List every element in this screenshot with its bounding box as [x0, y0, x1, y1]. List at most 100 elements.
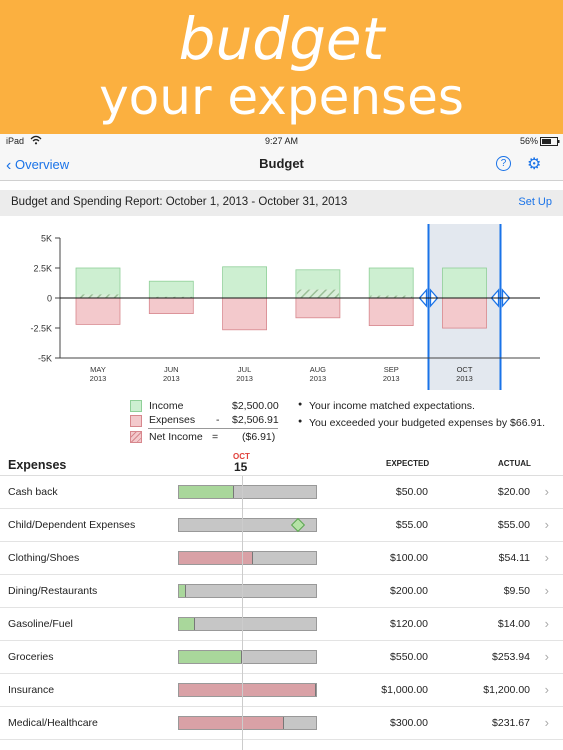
y-tick-label: 2.5K [33, 264, 52, 274]
actual-amount: $54.11 [498, 552, 530, 564]
x-tick-label: SEP [384, 365, 399, 374]
expense-row[interactable]: Clothing/Shoes $100.00 $54.11 › [0, 542, 563, 575]
expense-row[interactable]: Groceries $550.00 $253.94 › [0, 641, 563, 674]
x-tick-label: 2013 [383, 374, 400, 383]
expense-name: Dining/Restaurants [8, 585, 98, 597]
device-label: iPad [6, 136, 25, 146]
income-note: Your income matched expectations. [309, 400, 475, 412]
expense-name: Insurance [8, 684, 55, 696]
x-tick-label: JUN [164, 365, 179, 374]
income-bar [148, 280, 194, 299]
expense-bar [148, 297, 194, 314]
income-bar [222, 266, 268, 299]
net-income-value: ($6.91) [242, 431, 276, 443]
net-income-bar [296, 289, 339, 298]
chevron-right-icon: › [544, 616, 549, 631]
income-bar [442, 267, 487, 299]
expected-amount: $55.00 [395, 519, 428, 531]
equals-sign: = [212, 431, 219, 443]
net-income-label: Net Income [149, 431, 203, 443]
expenses-header: Expenses OCT 15 EXPECTED ACTUAL [0, 452, 563, 476]
progress-bar [178, 485, 317, 499]
progress-bar [178, 650, 317, 664]
minus-sign: - [216, 414, 220, 426]
actual-header: ACTUAL [498, 459, 531, 468]
expected-amount: $550.00 [390, 651, 428, 663]
progress-bar [178, 617, 317, 631]
progress-bar [178, 683, 317, 697]
progress-bar [178, 551, 317, 565]
expense-name: Gasoline/Fuel [8, 618, 73, 630]
today-day: 15 [234, 460, 248, 474]
expenses-list: Cash back $50.00 $20.00 › Child/Dependent Ex… [0, 476, 563, 740]
chevron-right-icon: › [544, 715, 549, 730]
expense-row[interactable]: Child/Dependent Expenses $55.00 $55.00 › [0, 509, 563, 542]
budget-chart: 5K2.5K0-2.5K-5KMAY2013JUN2013JUL2013AUG2… [30, 224, 540, 390]
actual-amount: $253.94 [492, 651, 530, 663]
expense-row[interactable]: Cash back $50.00 $20.00 › [0, 476, 563, 509]
progress-fill [179, 585, 186, 597]
expense-name: Child/Dependent Expenses [8, 519, 136, 531]
x-tick-label: JUL [238, 365, 251, 374]
x-tick-label: 2013 [90, 374, 107, 383]
income-label: Income [149, 400, 184, 412]
y-tick-label: -5K [38, 354, 52, 364]
expense-bar [295, 297, 341, 319]
progress-fill [179, 651, 243, 663]
progress-bar [178, 584, 317, 598]
chart-legend: Income $2,500.00 Expenses - $2,506.91 Ne… [0, 398, 563, 448]
expected-amount: $120.00 [390, 618, 428, 630]
expected-amount: $1,000.00 [381, 684, 428, 696]
help-icon[interactable]: ? [496, 156, 511, 171]
report-title: Budget and Spending Report: October 1, 2… [11, 196, 348, 208]
expenses-note: You exceeded your budgeted expenses by $… [309, 417, 546, 429]
income-bar [368, 267, 414, 299]
chevron-right-icon: › [544, 649, 549, 664]
battery-percent: 56% [520, 136, 539, 146]
income-value: $2,500.00 [232, 400, 279, 412]
x-tick-label: AUG [310, 365, 326, 374]
expense-row[interactable]: Insurance $1,000.00 $1,200.00 › [0, 674, 563, 707]
progress-fill [179, 717, 285, 729]
income-swatch [130, 400, 142, 412]
banner-line-2: your expenses [99, 68, 464, 126]
today-marker-line [242, 476, 243, 750]
chevron-right-icon: › [544, 682, 549, 697]
wifi-icon [30, 135, 42, 147]
bullet-icon: ● [298, 418, 303, 425]
chevron-right-icon: › [544, 517, 549, 532]
expense-name: Groceries [8, 651, 54, 663]
expenses-title: Expenses [8, 458, 67, 472]
progress-fill [179, 486, 234, 498]
actual-amount: $14.00 [497, 618, 530, 630]
x-tick-label: OCT [457, 365, 473, 374]
legend-divider [148, 428, 278, 429]
progress-fill [179, 618, 196, 630]
status-bar: iPad 9:27 AM 56% [0, 134, 563, 149]
setup-button[interactable]: Set Up [518, 196, 552, 208]
x-tick-label: 2013 [310, 374, 327, 383]
chevron-right-icon: › [544, 550, 549, 565]
expenses-swatch [130, 415, 142, 427]
y-tick-label: 0 [47, 294, 52, 304]
expense-name: Cash back [8, 486, 58, 498]
diamond-marker-icon [290, 517, 306, 533]
expected-amount: $50.00 [395, 486, 428, 498]
expected-amount: $300.00 [390, 717, 428, 729]
promo-banner: budget your expenses [0, 0, 563, 134]
actual-amount: $55.00 [497, 519, 530, 531]
progress-fill [179, 684, 316, 696]
expense-row[interactable]: Medical/Healthcare $300.00 $231.67 › [0, 707, 563, 740]
expense-row[interactable]: Gasoline/Fuel $120.00 $14.00 › [0, 608, 563, 641]
expense-row[interactable]: Dining/Restaurants $200.00 $9.50 › [0, 575, 563, 608]
gear-icon[interactable]: ⚙ [527, 154, 541, 174]
battery-icon [540, 137, 560, 148]
status-time: 9:27 AM [265, 136, 299, 146]
actual-amount: $1,200.00 [483, 684, 530, 696]
net-income-bar [77, 294, 119, 298]
page-title: Budget [259, 156, 304, 171]
income-bar [75, 267, 121, 299]
actual-amount: $231.67 [492, 717, 530, 729]
actual-amount: $20.00 [497, 486, 530, 498]
expense-name: Medical/Healthcare [8, 717, 98, 729]
